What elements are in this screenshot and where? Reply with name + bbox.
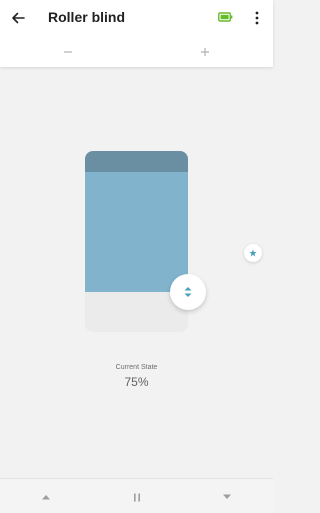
pause-icon	[134, 493, 140, 501]
blind-headrail	[85, 151, 188, 172]
minus-icon	[64, 51, 72, 53]
triangle-up-icon	[42, 495, 50, 500]
arrow-left-icon	[12, 12, 25, 24]
up-down-chevrons-icon	[184, 287, 192, 297]
more-vertical-icon	[255, 11, 259, 25]
blind-position-handle[interactable]	[170, 274, 206, 310]
blind-visual	[85, 151, 188, 332]
decrease-button[interactable]	[56, 40, 80, 64]
back-button[interactable]	[6, 6, 30, 30]
increase-button[interactable]	[193, 40, 217, 64]
favorite-position-button[interactable]	[244, 244, 262, 262]
battery-full-icon	[218, 12, 233, 22]
open-button[interactable]	[36, 489, 56, 505]
plus-icon	[201, 48, 209, 56]
current-state-label: Current State	[115, 364, 158, 371]
blind-fabric	[85, 172, 188, 292]
page-title: Roller blind	[48, 9, 125, 25]
close-button[interactable]	[217, 489, 237, 505]
app-bar: Roller blind	[0, 0, 273, 67]
triangle-down-icon	[223, 494, 231, 499]
stop-button[interactable]	[127, 489, 147, 505]
star-icon	[249, 249, 257, 257]
bottom-control-bar	[0, 478, 273, 513]
overflow-menu-button[interactable]	[248, 6, 266, 30]
current-state-value: 75%	[124, 375, 149, 389]
